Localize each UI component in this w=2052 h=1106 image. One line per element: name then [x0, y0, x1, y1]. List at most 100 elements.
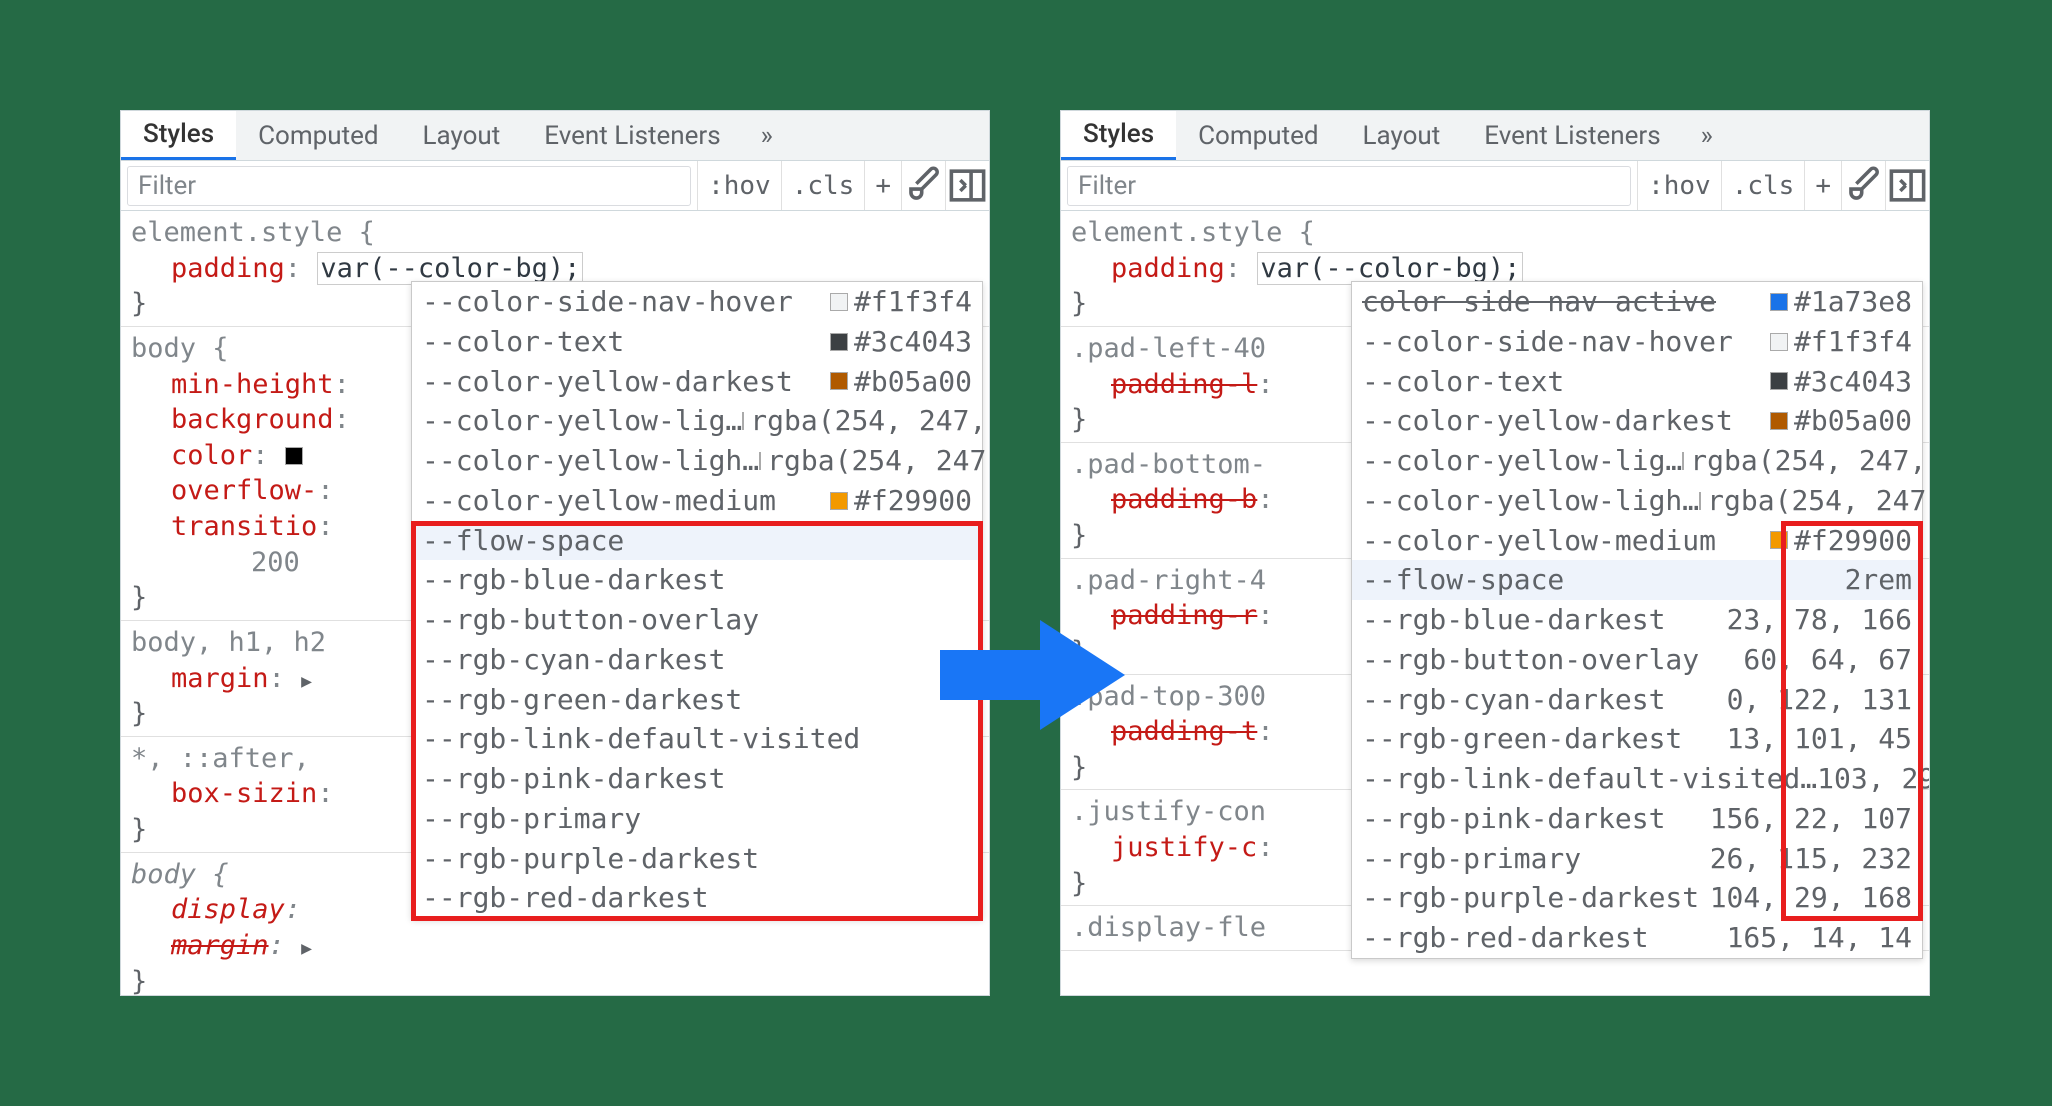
tab-layout[interactable]: Layout: [1341, 111, 1463, 160]
new-style-rule[interactable]: +: [864, 161, 901, 210]
ac-name: --flow-space: [1362, 560, 1564, 600]
ac-item[interactable]: --color-yellow-darkest#b05a00: [1352, 401, 1922, 441]
ac-item[interactable]: --rgb-pink-darkest156, 22, 107: [1352, 799, 1922, 839]
tab-event-listeners[interactable]: Event Listeners: [1462, 111, 1682, 160]
ac-item[interactable]: --rgb-button-overlay: [412, 600, 982, 640]
autocomplete-popup-right[interactable]: color side nav active#1a73e8--color-side…: [1351, 281, 1923, 959]
ac-item[interactable]: --flow-space 2rem: [1352, 560, 1922, 600]
prop-padding[interactable]: padding: [171, 253, 285, 284]
ac-name: --color-text: [422, 322, 624, 362]
value-editor[interactable]: var(--color-bg);: [1257, 252, 1523, 285]
css-prop[interactable]: transitio: [171, 511, 317, 542]
cls-toggle[interactable]: .cls: [1721, 161, 1805, 210]
ac-item[interactable]: --rgb-blue-darkest23, 78, 166: [1352, 600, 1922, 640]
selector: element.style {: [1071, 217, 1315, 248]
ac-item[interactable]: --flow-space: [412, 521, 982, 561]
css-prop[interactable]: overflow-: [171, 475, 317, 506]
expand-icon[interactable]: [301, 930, 314, 961]
css-prop[interactable]: padding-t: [1111, 716, 1257, 747]
css-prop[interactable]: padding-b: [1111, 484, 1257, 515]
ac-item[interactable]: --color-yellow-medium#f29900: [1352, 521, 1922, 561]
ac-item[interactable]: --rgb-cyan-darkest: [412, 640, 982, 680]
tab-styles[interactable]: Styles: [121, 111, 236, 160]
ac-name: --color-yellow-lig…: [1362, 441, 1682, 481]
ac-item[interactable]: --rgb-primary: [412, 799, 982, 839]
ac-value: rgba(254, 247, 22…: [750, 401, 989, 441]
new-style-rule[interactable]: +: [1804, 161, 1841, 210]
value-text: 200: [251, 547, 300, 578]
ac-item[interactable]: --rgb-red-darkest165, 14, 14: [1352, 918, 1922, 958]
color-swatch[interactable]: [285, 447, 303, 465]
ac-name: --rgb-blue-darkest: [1362, 600, 1665, 640]
ac-name: --rgb-green-darkest: [422, 680, 742, 720]
tab-event-listeners[interactable]: Event Listeners: [522, 111, 742, 160]
tab-styles[interactable]: Styles: [1061, 111, 1176, 160]
tabstrip: Styles Computed Layout Event Listeners »: [121, 111, 989, 161]
ac-item[interactable]: --rgb-blue-darkest: [412, 560, 982, 600]
tabs-overflow[interactable]: »: [1683, 111, 1731, 160]
selector: .pad-right-4: [1071, 565, 1266, 596]
ac-item[interactable]: --color-text#3c4043: [1352, 362, 1922, 402]
ac-item[interactable]: --rgb-link-default-visited…103, 29, 1…: [1352, 759, 1922, 799]
ac-item[interactable]: --rgb-green-darkest13, 101, 45: [1352, 719, 1922, 759]
cls-toggle[interactable]: .cls: [781, 161, 865, 210]
value-editor[interactable]: var(--color-bg);: [317, 252, 583, 285]
ac-item[interactable]: --rgb-link-default-visited: [412, 719, 982, 759]
ac-item[interactable]: --rgb-purple-darkest: [412, 839, 982, 879]
ac-item[interactable]: --color-yellow-lig…rgba(254, 247, 22…: [412, 401, 982, 441]
ac-item[interactable]: --color-yellow-lig…rgba(254, 247, 22…: [1352, 441, 1922, 481]
ac-value: #1a73e8: [1794, 282, 1912, 322]
prop-padding[interactable]: padding: [1111, 253, 1225, 284]
ac-item[interactable]: --color-side-nav-hover#f1f3f4: [1352, 322, 1922, 362]
panel-toggle-icon[interactable]: [945, 161, 989, 210]
filter-input[interactable]: Filter: [127, 166, 691, 206]
css-prop[interactable]: padding-l: [1111, 369, 1257, 400]
css-prop[interactable]: background: [171, 404, 334, 435]
paint-brush-icon[interactable]: [1841, 161, 1885, 210]
tab-computed[interactable]: Computed: [1176, 111, 1340, 160]
ac-name: --rgb-pink-darkest: [1362, 799, 1665, 839]
expand-icon[interactable]: [301, 663, 314, 694]
ac-item[interactable]: --color-yellow-ligh…rgba(254, 247, 22…: [412, 441, 982, 481]
ac-item[interactable]: --rgb-cyan-darkest0, 122, 131: [1352, 680, 1922, 720]
tabs-overflow[interactable]: »: [743, 111, 791, 160]
color-swatch: [1770, 333, 1788, 351]
css-prop[interactable]: color: [171, 440, 252, 471]
ac-name: --color-side-nav-hover: [422, 282, 793, 322]
ac-item[interactable]: --rgb-red-darkest: [412, 878, 982, 918]
css-prop[interactable]: margin: [171, 663, 269, 694]
ac-item[interactable]: --rgb-primary26, 115, 232: [1352, 839, 1922, 879]
ac-value: 2rem: [1845, 560, 1912, 600]
tab-computed[interactable]: Computed: [236, 111, 400, 160]
ac-value: #b05a00: [1794, 401, 1912, 441]
css-prop[interactable]: min-height: [171, 369, 334, 400]
panel-toggle-icon[interactable]: [1885, 161, 1929, 210]
hov-toggle[interactable]: :hov: [1637, 161, 1721, 210]
ac-item[interactable]: --color-yellow-ligh…rgba(254, 247, 22…: [1352, 481, 1922, 521]
ac-item[interactable]: color side nav active#1a73e8: [1352, 282, 1922, 322]
close-brace: }: [131, 698, 147, 729]
autocomplete-popup-left[interactable]: --color-side-nav-hover#f1f3f4--color-tex…: [411, 281, 983, 919]
ac-item[interactable]: --rgb-purple-darkest104, 29, 168: [1352, 878, 1922, 918]
ac-item[interactable]: --rgb-pink-darkest: [412, 759, 982, 799]
ac-item[interactable]: --color-yellow-medium#f29900: [412, 481, 982, 521]
ac-name: --rgb-primary: [422, 799, 641, 839]
ac-name: --rgb-pink-darkest: [422, 759, 725, 799]
tab-layout[interactable]: Layout: [401, 111, 523, 160]
ac-item[interactable]: --color-text#3c4043: [412, 322, 982, 362]
ac-name: --rgb-red-darkest: [1362, 918, 1649, 958]
selector: element.style {: [131, 217, 375, 248]
ac-item[interactable]: --rgb-green-darkest: [412, 680, 982, 720]
css-prop[interactable]: margin: [171, 930, 269, 961]
css-prop[interactable]: padding-r: [1111, 600, 1257, 631]
css-prop[interactable]: display: [171, 894, 285, 925]
ac-item[interactable]: --rgb-button-overlay60, 64, 67: [1352, 640, 1922, 680]
css-prop[interactable]: box-sizin: [171, 778, 317, 809]
filter-input[interactable]: Filter: [1067, 166, 1631, 206]
selector: body, h1, h2: [131, 627, 326, 658]
hov-toggle[interactable]: :hov: [697, 161, 781, 210]
ac-item[interactable]: --color-side-nav-hover#f1f3f4: [412, 282, 982, 322]
ac-item[interactable]: --color-yellow-darkest#b05a00: [412, 362, 982, 402]
paint-brush-icon[interactable]: [901, 161, 945, 210]
css-prop[interactable]: justify-c: [1111, 832, 1257, 863]
